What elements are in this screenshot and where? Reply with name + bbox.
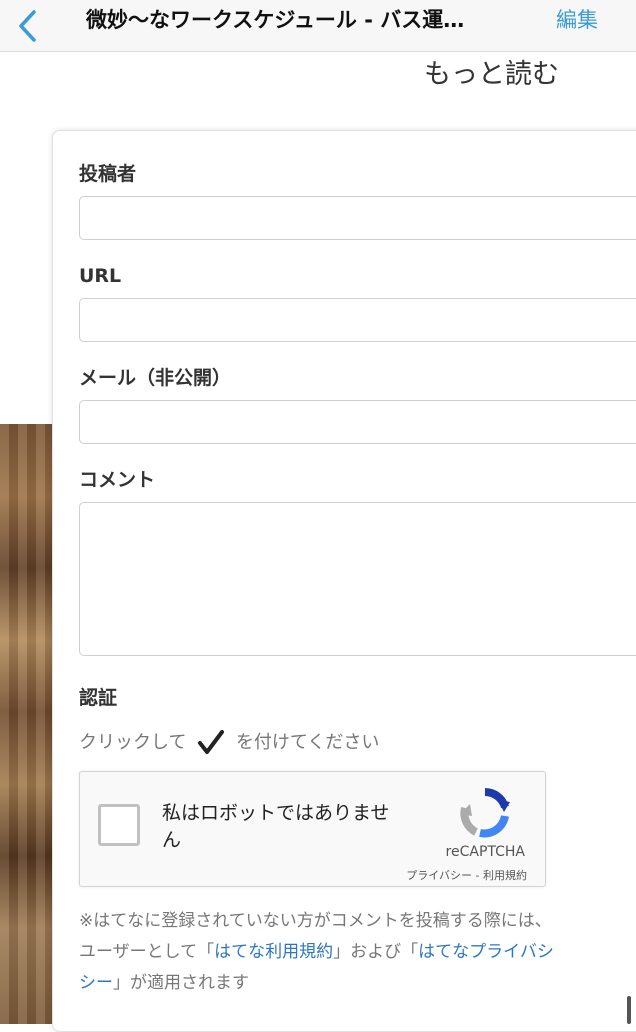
recaptcha-links[interactable]: プライバシー - 利用規約 xyxy=(406,867,527,883)
notice-text: 」が適用されます xyxy=(113,973,249,993)
hatena-privacy-link[interactable]: はてなプライバシ xyxy=(418,942,554,962)
recaptcha-widget: 私はロボットではありません reCAPTCHA プライバシー - 利用規約 xyxy=(79,771,546,887)
name-input[interactable] xyxy=(79,196,636,240)
notice-text: ユーザーとして「 xyxy=(79,942,215,962)
background-photo xyxy=(0,424,60,1024)
url-input[interactable] xyxy=(79,298,636,342)
url-label: URL xyxy=(79,265,122,287)
edit-button[interactable]: 編集 xyxy=(556,5,598,35)
comment-label: コメント xyxy=(79,469,156,491)
notice-line-2: ユーザーとして「はてな利用規約」および「はてなプライバシ xyxy=(79,937,636,968)
scrollbar[interactable] xyxy=(627,996,631,1024)
recaptcha-label: 私はロボットではありません xyxy=(162,802,390,851)
email-label: メール（非公開） xyxy=(79,367,232,389)
notice-text: 」および「 xyxy=(333,942,419,962)
auth-hint-before: クリックして xyxy=(79,732,187,753)
back-button[interactable] xyxy=(12,8,44,44)
name-label: 投稿者 xyxy=(79,163,137,185)
auth-hint: クリックして を付けてください xyxy=(79,730,379,756)
notice-line-1: ※はてなに登録されていない方がコメントを投稿する際には、 xyxy=(79,911,552,931)
page-title: 微妙〜なワークスケジュール - バス運… xyxy=(86,8,465,32)
read-more-link[interactable]: もっと読む xyxy=(424,57,559,93)
recaptcha-brand: reCAPTCHA xyxy=(445,844,525,860)
chevron-left-icon xyxy=(19,10,36,42)
checkmark-icon xyxy=(196,730,226,756)
hatena-privacy-link-cont[interactable]: シー xyxy=(79,973,113,993)
navigation-bar: 微妙〜なワークスケジュール - バス運… 編集 xyxy=(0,0,636,52)
recaptcha-logo-icon xyxy=(460,788,510,838)
email-input[interactable] xyxy=(79,400,636,444)
recaptcha-checkbox[interactable] xyxy=(98,804,140,846)
hatena-terms-link[interactable]: はてな利用規約 xyxy=(214,942,333,962)
terms-notice: ※はてなに登録されていない方がコメントを投稿する際には、 ユーザーとして「はてな… xyxy=(79,906,636,999)
auth-hint-after: を付けてください xyxy=(235,732,380,753)
auth-label: 認証 xyxy=(79,687,118,709)
comment-textarea[interactable] xyxy=(79,502,636,656)
notice-line-3: シー」が適用されます xyxy=(79,968,636,999)
